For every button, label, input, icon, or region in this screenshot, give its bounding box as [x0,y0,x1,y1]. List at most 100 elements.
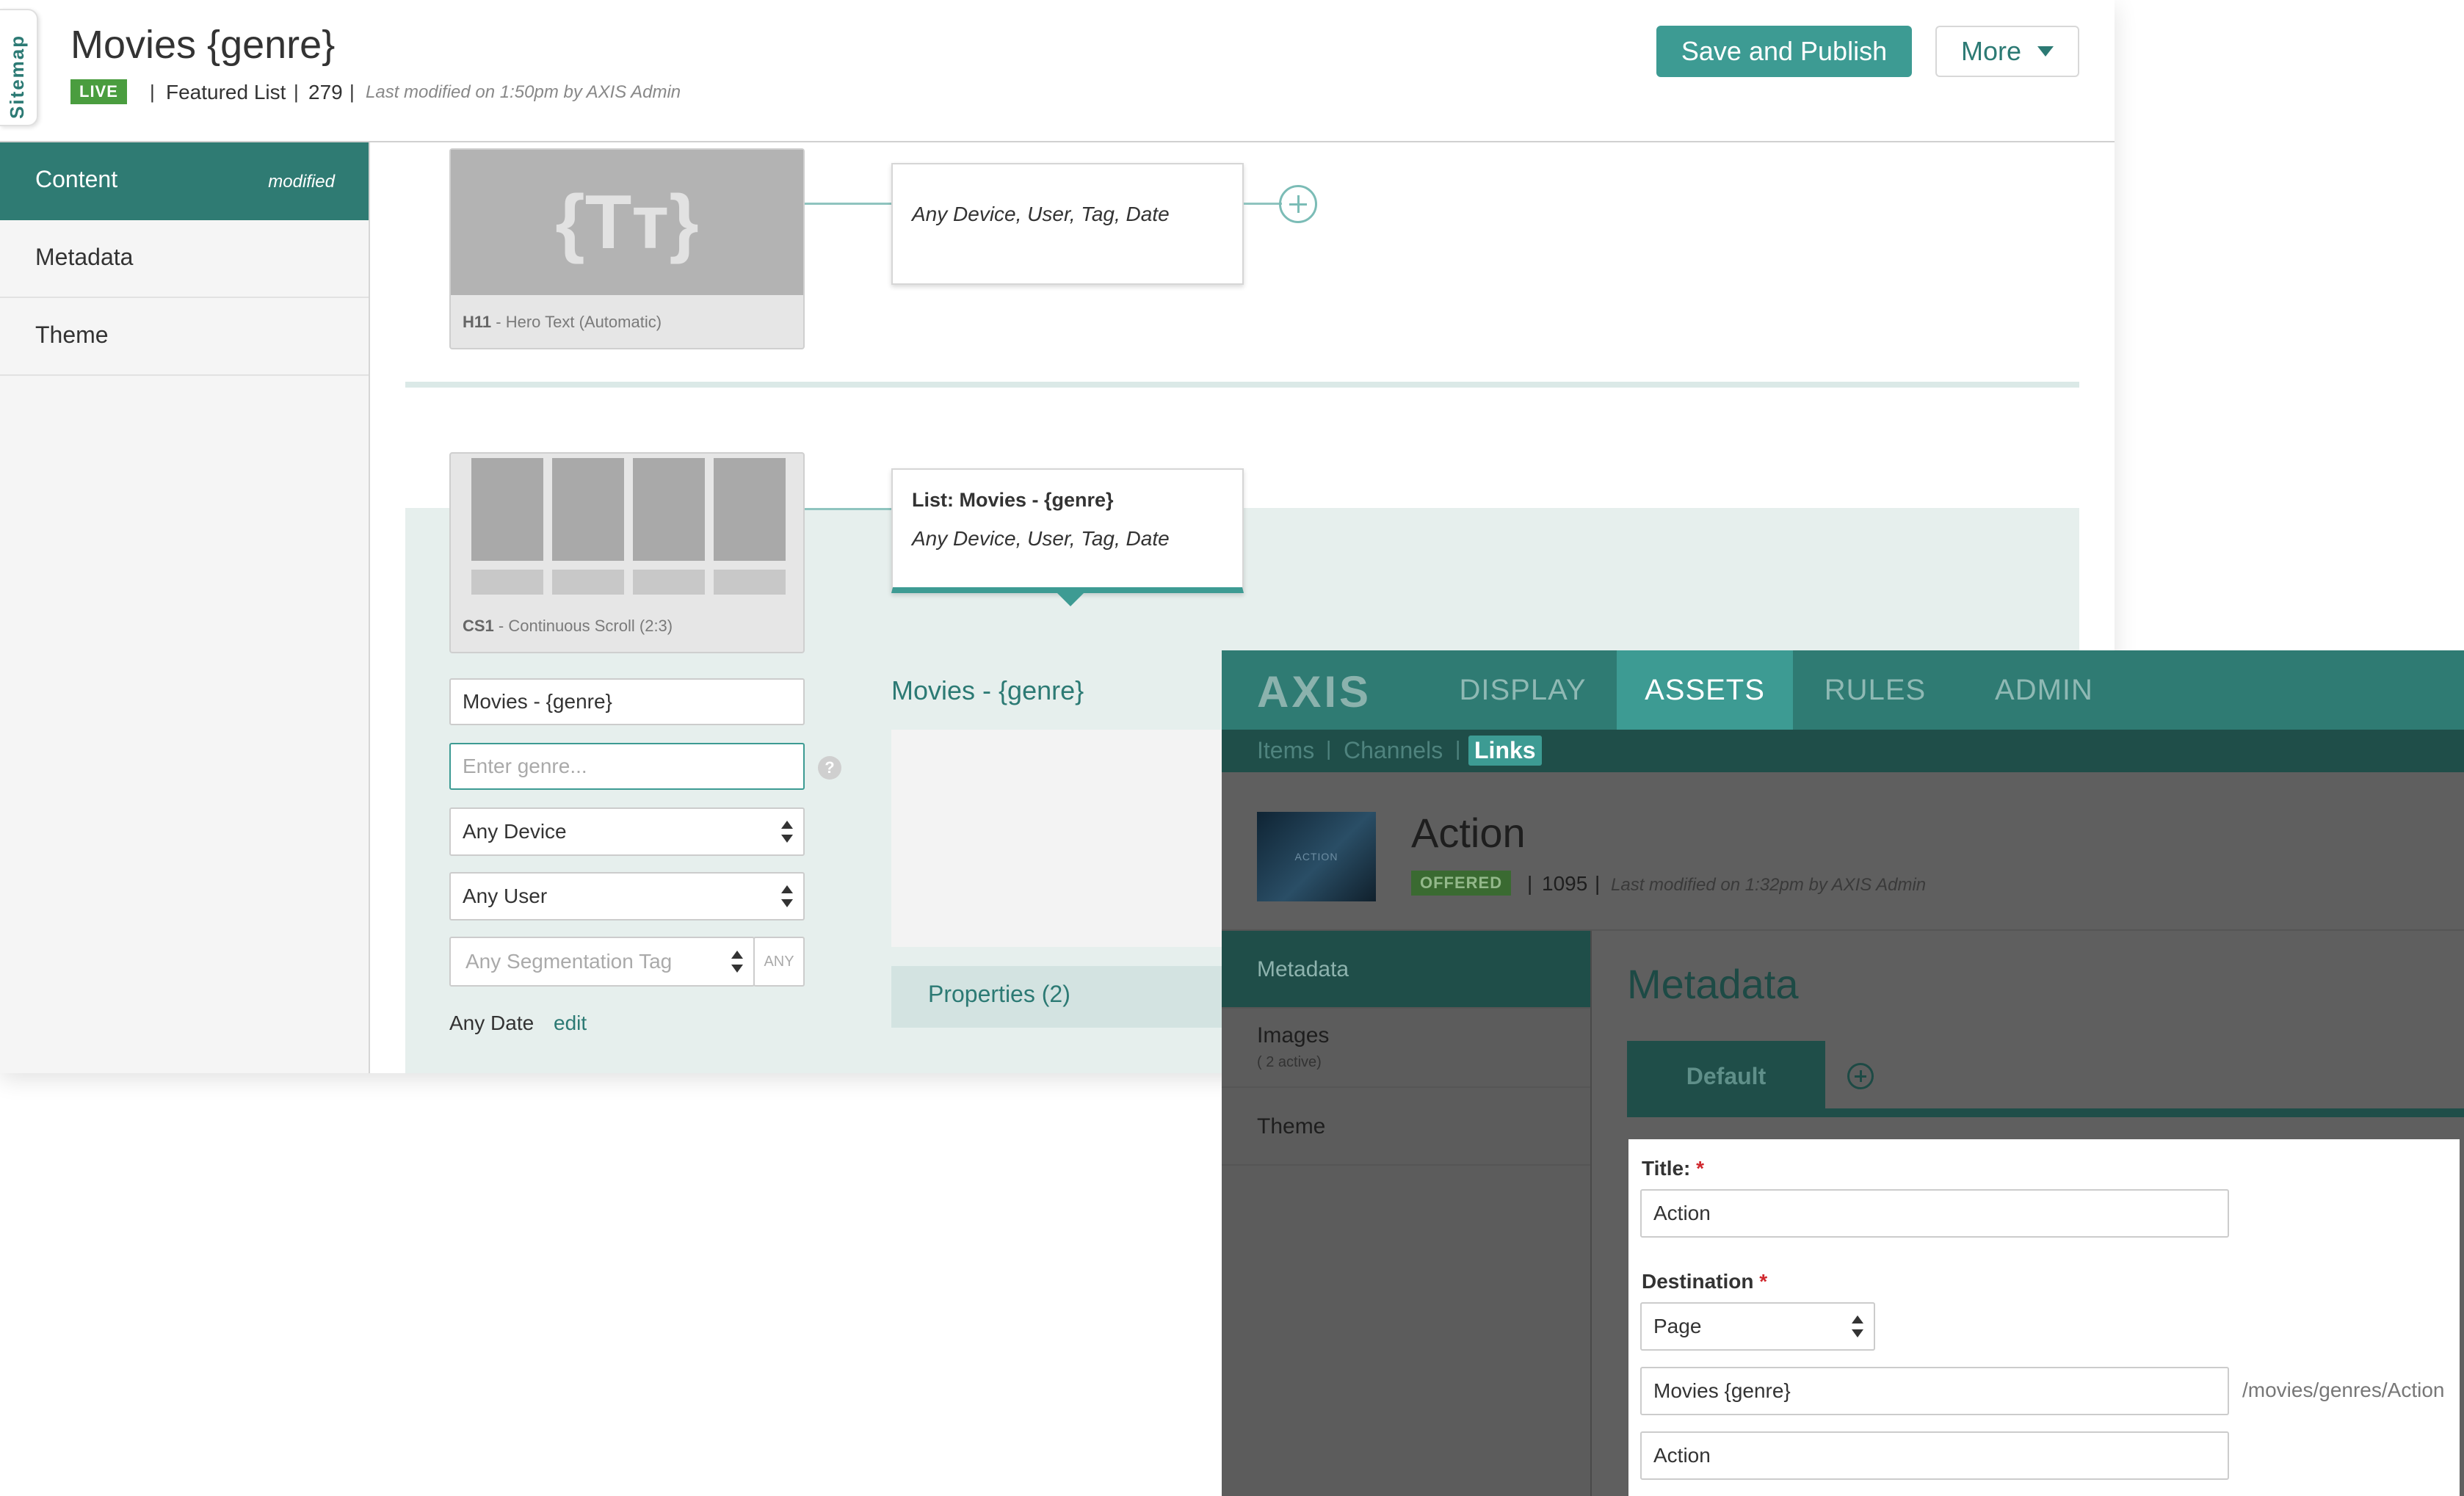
sidebar-item-theme[interactable]: Theme [1222,1088,1590,1166]
meta-separator: | [349,81,355,103]
tab-admin[interactable]: ADMIN [1978,650,2110,730]
asset-editor-window: AXIS DISPLAY ASSETS RULES ADMIN Items | … [1222,650,2464,1496]
subnav-separator: | [1326,737,1332,760]
select-arrows-icon [781,885,793,907]
poster-placeholder [714,458,786,561]
continuous-scroll-module-thumbnail[interactable]: CS1 - Continuous Scroll (2:3) [449,452,805,653]
rule-summary: Any Device, User, Tag, Date [912,527,1170,550]
more-button-label: More [1960,36,2022,66]
modified-indicator: modified [268,172,335,192]
sidebar-item-label: Images [1257,1023,1330,1047]
status-badge: LIVE [70,79,127,104]
module-caption: CS1 - Continuous Scroll (2:3) [463,617,673,635]
meta-separator: | [150,81,155,103]
poster-placeholder [552,458,624,561]
meta-separator: | [1595,872,1601,895]
user-select-value: Any User [463,885,548,907]
tab-default[interactable]: Default [1627,1041,1825,1111]
required-marker: * [1696,1157,1705,1180]
sidebar-item-images[interactable]: Images ( 2 active) [1222,1009,1590,1088]
subnav-channels[interactable]: Channels [1344,737,1443,764]
asset-id: 1095 [1542,872,1588,895]
list-preview-title: Movies - {genre} [891,675,1084,705]
meta-separator: | [1527,872,1533,895]
rule-title: List: Movies - {genre} [912,489,1114,511]
add-tab-plus-icon[interactable] [1847,1063,1874,1089]
asset-title: Action [1411,810,1526,856]
axis-logo[interactable]: AXIS [1257,667,1371,717]
list-preview-area [891,730,1258,947]
connector-line [805,203,891,205]
sidebar-item-label: Content [35,166,118,192]
sidebar-item-label: Theme [1257,1114,1326,1139]
tab-assets[interactable]: ASSETS [1617,650,1793,730]
tab-display[interactable]: DISPLAY [1442,650,1604,730]
images-active-count: ( 2 active) [1257,1054,1322,1070]
meta-separator: | [294,81,299,103]
subnav-separator: | [1455,737,1461,760]
metadata-form: Title: * Action Destination * Page Movie… [1628,1139,2460,1496]
list-name-input[interactable]: Movies - {genre} [449,678,805,725]
tag-match-any-toggle[interactable]: ANY [753,937,805,987]
hero-text-module-thumbnail[interactable]: {Tт} H11 - Hero Text (Automatic) [449,148,805,349]
properties-label: Properties (2) [928,981,1070,1007]
sidebar-item-label: Metadata [1257,957,1349,981]
caption-placeholder [633,570,705,595]
module-caption: H11 - Hero Text (Automatic) [463,313,662,331]
destination-select[interactable]: Page [1640,1302,1875,1351]
poster-placeholder [633,458,705,561]
last-modified: Last modified on 1:50pm by AXIS Admin [366,82,681,102]
sidebar-item-metadata[interactable]: Metadata [0,220,369,298]
destination-select-value: Page [1653,1315,1702,1337]
sidebar-item-content[interactable]: Content modified [0,142,369,220]
sidebar: Content modified Metadata Theme [0,142,370,1073]
more-dropdown-button[interactable]: More [1935,26,2079,77]
tab-underline [1627,1108,2464,1117]
user-select[interactable]: Any User [449,872,805,921]
subnav-items[interactable]: Items [1257,737,1314,764]
selected-pointer-icon [1057,593,1084,606]
add-rule-plus-icon[interactable] [1279,185,1317,223]
sitemap-tab-label: Sitemap [6,34,28,119]
sidebar-item-label: Metadata [35,244,134,270]
page-type: Featured List [166,81,286,104]
tab-rules[interactable]: RULES [1809,650,1941,730]
destination-path: /movies/genres/Action [2242,1379,2445,1401]
page-id: 279 [308,81,343,104]
connector-line [1244,203,1282,205]
sitemap-tab[interactable]: Sitemap [0,9,38,126]
title-input[interactable]: Action [1640,1189,2229,1238]
select-arrows-icon [781,821,793,843]
poster-placeholder [471,458,543,561]
asset-thumbnail: ACTION [1257,812,1376,901]
section-divider [405,382,2079,388]
caption-placeholder [552,570,624,595]
caption-placeholder [714,570,786,595]
destination-label: Destination * [1642,1270,1768,1293]
edit-date-link[interactable]: edit [554,1012,587,1035]
device-select[interactable]: Any Device [449,807,805,856]
sidebar-item-metadata[interactable]: Metadata [1222,931,1590,1009]
rule-card-selected[interactable]: List: Movies - {genre} Any Device, User,… [891,468,1244,593]
segmentation-tag-select[interactable]: Any Segmentation Tag [449,937,755,987]
rule-summary: Any Device, User, Tag, Date [912,203,1170,225]
sidebar-item-theme[interactable]: Theme [0,298,369,376]
properties-bar[interactable]: Properties (2) [891,966,1258,1028]
rule-card[interactable]: Any Device, User, Tag, Date [891,163,1244,285]
genre-input[interactable]: Enter genre... [449,743,805,790]
select-arrows-icon [1852,1315,1863,1337]
caret-down-icon [2037,46,2054,57]
text-template-icon: {Tт} [451,150,803,295]
subnav-links[interactable]: Links [1468,736,1542,766]
required-marker: * [1759,1270,1768,1293]
save-and-publish-button[interactable]: Save and Publish [1656,26,1912,77]
select-arrows-icon [731,951,743,973]
help-icon[interactable]: ? [818,756,841,780]
caption-placeholder [471,570,543,595]
device-select-value: Any Device [463,820,567,843]
page-input[interactable]: Movies {genre} [1640,1367,2229,1415]
parameter-input[interactable]: Action [1640,1431,2229,1480]
sidebar: Metadata Images ( 2 active) Theme [1222,931,1592,1496]
connector-line [805,508,891,510]
title-label: Title: * [1642,1157,1705,1180]
